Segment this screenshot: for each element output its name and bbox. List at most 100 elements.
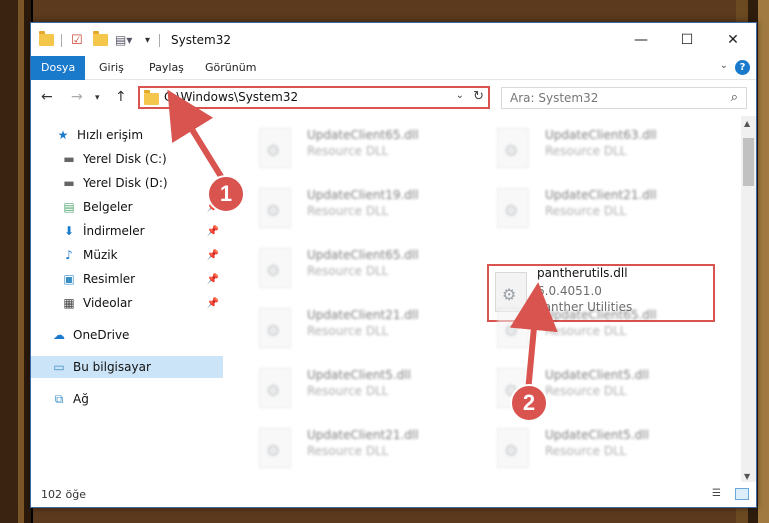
dll-file-icon <box>497 308 529 348</box>
sidebar-item-label: Belgeler <box>83 200 133 214</box>
details-view-icon[interactable]: ☰ <box>712 488 726 500</box>
sidebar-item-documents[interactable]: ▤ Belgeler 📌 <box>31 196 223 218</box>
dll-file-icon <box>497 428 529 468</box>
file-description: Resource DLL <box>545 144 627 158</box>
item-count: 102 öğe <box>41 488 86 501</box>
separator <box>159 34 160 47</box>
dll-file-icon <box>259 128 291 168</box>
file-name: UpdateClient5.dll <box>545 428 649 442</box>
list-item[interactable]: UpdateClient21.dll Resource DLL <box>233 424 453 474</box>
file-name: UpdateClient19.dll <box>307 188 419 202</box>
status-bar: 102 öğe ☰ <box>31 482 756 507</box>
tab-home[interactable]: Giriş <box>89 56 134 80</box>
list-item[interactable]: UpdateClient65.dll Resource DLL <box>233 124 453 174</box>
customize-toolbar-icon[interactable]: ▤▾ <box>115 32 132 48</box>
sidebar-item-onedrive[interactable]: ☁ OneDrive <box>31 324 223 346</box>
pin-icon[interactable]: 📌 <box>207 250 219 261</box>
scroll-up-icon[interactable]: ▲ <box>744 119 750 128</box>
close-button[interactable]: ✕ <box>710 23 756 56</box>
file-name: UpdateClient21.dll <box>307 428 419 442</box>
recent-locations-icon[interactable]: ▾ <box>95 93 100 103</box>
file-description: Resource DLL <box>545 204 627 218</box>
list-item[interactable]: UpdateClient5.dll Resource DLL <box>233 364 453 414</box>
up-arrow-icon[interactable]: ↑ <box>115 89 127 105</box>
file-description: Resource DLL <box>307 384 389 398</box>
dll-file-icon <box>259 188 291 228</box>
chevron-down-icon[interactable]: ⌄ <box>456 90 464 101</box>
new-folder-icon[interactable] <box>93 31 108 48</box>
minimize-button[interactable]: — <box>618 23 664 56</box>
sidebar-item-label: Müzik <box>83 248 118 262</box>
ribbon-expand-icon[interactable]: ⌄ <box>720 60 728 71</box>
list-item[interactable]: UpdateClient5.dll Resource DLL <box>471 364 691 414</box>
dll-file-icon <box>259 308 291 348</box>
sidebar-item-pictures[interactable]: ▣ Resimler 📌 <box>31 268 223 290</box>
file-description: Resource DLL <box>545 384 627 398</box>
sidebar-item-network[interactable]: ⧉ Ağ <box>31 388 223 410</box>
dll-file-icon <box>259 428 291 468</box>
forward-arrow-icon[interactable]: → <box>71 89 83 105</box>
large-icons-view-icon[interactable] <box>735 488 749 500</box>
downloads-icon: ⬇ <box>63 224 75 238</box>
maximize-button[interactable]: ☐ <box>664 23 710 56</box>
network-icon: ⧉ <box>54 391 64 406</box>
scroll-thumb[interactable] <box>743 138 754 186</box>
search-placeholder: Ara: System32 <box>510 91 599 105</box>
drive-icon: ▬ <box>63 176 75 190</box>
search-input[interactable]: Ara: System32 ⌕ <box>501 87 747 109</box>
file-list: UpdateClient65.dll Resource DLL UpdateCl… <box>223 116 743 484</box>
sidebar-item-quick-access[interactable]: ★ Hızlı erişim <box>31 124 223 146</box>
file-name: UpdateClient21.dll <box>307 308 419 322</box>
drive-icon: ▬ <box>63 152 75 166</box>
file-description: Resource DLL <box>307 144 389 158</box>
list-item[interactable]: UpdateClient65.dll Resource DLL <box>233 244 453 294</box>
file-description: Resource DLL <box>545 444 627 458</box>
tab-view[interactable]: Görünüm <box>195 56 266 80</box>
help-icon[interactable]: ? <box>735 60 750 75</box>
pin-icon[interactable]: 📌 <box>207 274 219 285</box>
sidebar-item-label: Hızlı erişim <box>77 128 144 142</box>
sidebar-item-local-disk-c[interactable]: ▬ Yerel Disk (C:) <box>31 148 223 170</box>
scroll-down-icon[interactable]: ▼ <box>744 472 750 481</box>
navigation-pane: ★ Hızlı erişim ▬ Yerel Disk (C:) ▬ Yerel… <box>31 116 223 484</box>
file-description: Resource DLL <box>307 324 389 338</box>
folder-icon <box>144 90 159 108</box>
address-bar[interactable]: C:\Windows\System32 ⌄ ↻ <box>138 86 490 109</box>
star-icon: ★ <box>57 128 69 142</box>
tab-file[interactable]: Dosya <box>31 56 86 80</box>
address-path: C:\Windows\System32 <box>164 90 299 104</box>
list-item[interactable]: UpdateClient63.dll Resource DLL <box>471 124 691 174</box>
sidebar-item-local-disk-d[interactable]: ▬ Yerel Disk (D:) <box>31 172 223 194</box>
documents-icon: ▤ <box>63 200 75 214</box>
step-marker-1: 1 <box>207 175 245 213</box>
tab-share[interactable]: Paylaş <box>139 56 194 80</box>
dll-file-icon <box>497 128 529 168</box>
sidebar-item-label: Videolar <box>83 296 133 310</box>
list-item[interactable]: UpdateClient21.dll Resource DLL <box>471 184 691 234</box>
file-name: UpdateClient5.dll <box>307 368 411 382</box>
sidebar-item-this-pc[interactable]: ▭ Bu bilgisayar <box>31 356 223 378</box>
file-description: Resource DLL <box>307 264 389 278</box>
window-title: System32 <box>171 33 232 47</box>
sidebar-item-videos[interactable]: ▦ Videolar 📌 <box>31 292 223 314</box>
file-name: UpdateClient21.dll <box>545 188 657 202</box>
quick-access-dropdown-icon[interactable]: ▾ <box>145 32 150 48</box>
vertical-scrollbar[interactable]: ▲ ▼ <box>741 116 756 484</box>
pin-icon[interactable]: 📌 <box>207 298 219 309</box>
cloud-icon: ☁ <box>53 328 65 342</box>
refresh-icon[interactable]: ↻ <box>473 89 484 104</box>
file-description: Resource DLL <box>307 204 389 218</box>
dll-file-icon <box>259 248 291 288</box>
search-icon[interactable]: ⌕ <box>731 90 738 105</box>
list-item[interactable]: UpdateClient21.dll Resource DLL <box>233 304 453 354</box>
list-item[interactable]: UpdateClient5.dll Resource DLL <box>471 424 691 474</box>
properties-icon[interactable]: ☑ <box>71 32 83 48</box>
explorer-window: ☑ ▤▾ ▾ System32 — ☐ ✕ Dosya Giriş Paylaş… <box>30 22 757 508</box>
list-item[interactable]: UpdateClient65.dll Resource DLL <box>471 304 691 354</box>
pin-icon[interactable]: 📌 <box>207 226 219 237</box>
list-item[interactable]: UpdateClient19.dll Resource DLL <box>233 184 453 234</box>
videos-icon: ▦ <box>63 296 75 310</box>
sidebar-item-downloads[interactable]: ⬇ İndirmeler 📌 <box>31 220 223 242</box>
back-arrow-icon[interactable]: ← <box>41 89 53 105</box>
sidebar-item-music[interactable]: ♪ Müzik 📌 <box>31 244 223 266</box>
